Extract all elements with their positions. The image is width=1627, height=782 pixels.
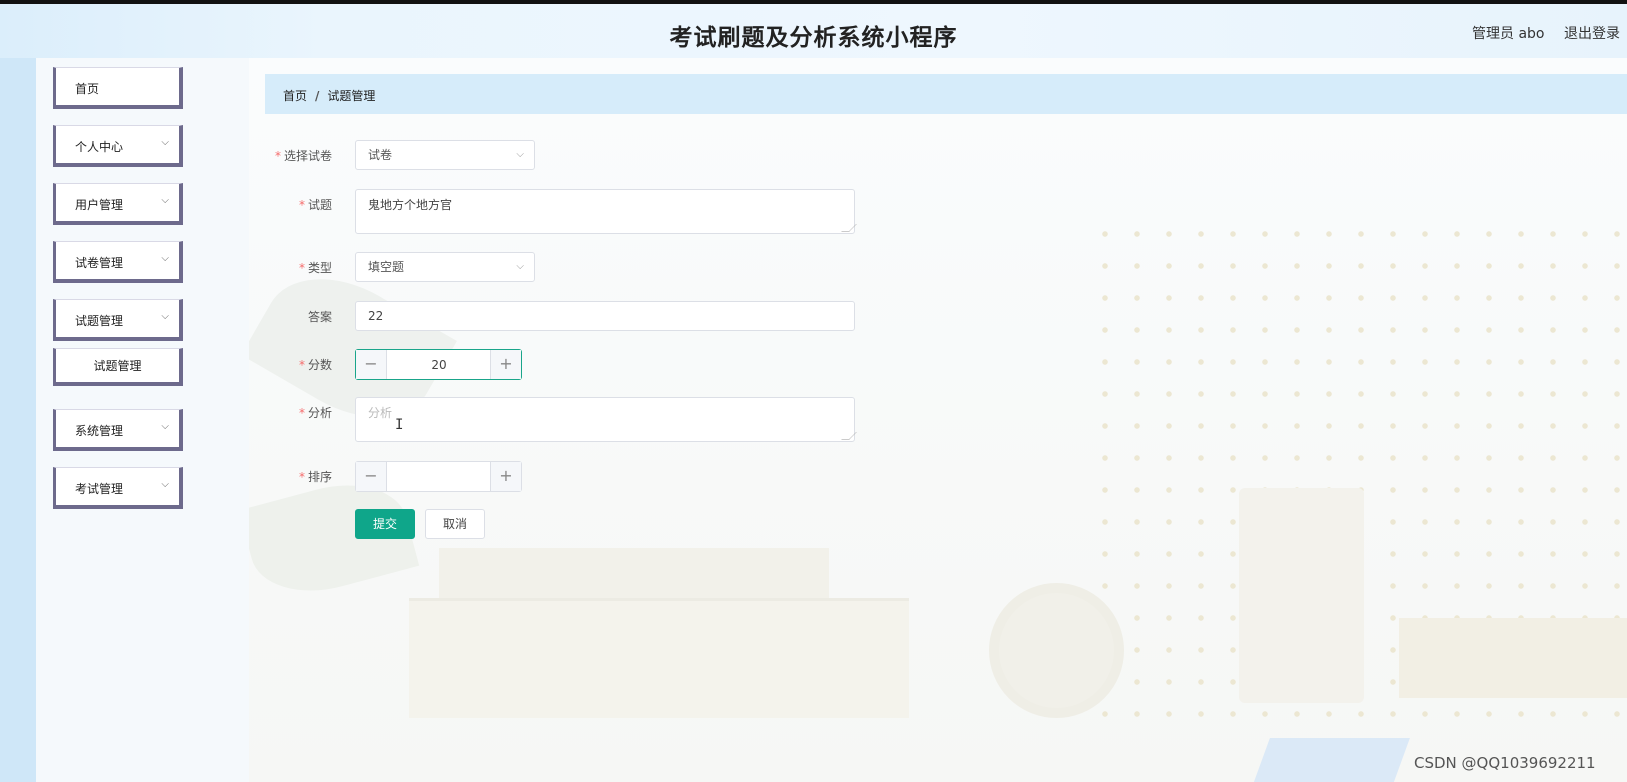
- plus-icon[interactable]: +: [490, 462, 521, 491]
- app-header: 考试刷题及分析系统小程序 管理员 abo 退出登录: [0, 4, 1627, 58]
- breadcrumb-separator: /: [315, 89, 320, 103]
- paper-select[interactable]: 试卷 ⌵: [355, 140, 535, 170]
- sort-label: * 排序: [298, 470, 332, 484]
- left-rail: [0, 58, 36, 782]
- chevron-down-icon: ⌵: [161, 421, 169, 432]
- breadcrumb-home[interactable]: 首页: [283, 89, 307, 103]
- paper-label: * 选择试卷: [274, 149, 332, 163]
- required-mark: *: [298, 358, 305, 372]
- sidebar-item-label: 首页: [75, 82, 100, 96]
- chevron-down-icon: ⌵: [161, 479, 169, 490]
- breadcrumb-current: 试题管理: [327, 89, 376, 103]
- cancel-button[interactable]: 取消: [425, 509, 485, 539]
- answer-label: 答案: [307, 310, 332, 324]
- sidebar: 首页 个人中心 ⌵ 用户管理 ⌵ 试卷管理 ⌵ 试题管理 ⌵ 试题管理 系统管理…: [36, 58, 249, 782]
- csdn-watermark: CSDN @QQ1039692211: [1414, 754, 1596, 772]
- logout-link[interactable]: 退出登录: [1564, 23, 1620, 43]
- chevron-down-icon: ⌵: [161, 311, 169, 322]
- sidebar-item-paper-management[interactable]: 试卷管理 ⌵: [53, 241, 183, 283]
- score-label: * 分数: [298, 358, 332, 372]
- background-blue-decoration: [1248, 738, 1410, 782]
- required-mark: *: [274, 149, 281, 163]
- score-stepper[interactable]: − +: [355, 349, 522, 380]
- sidebar-item-label: 考试管理: [75, 482, 124, 496]
- sidebar-subitem-question-management[interactable]: 试题管理: [53, 348, 183, 386]
- plus-icon[interactable]: +: [490, 350, 521, 379]
- question-label: * 试题: [298, 198, 332, 212]
- text-cursor-icon: I: [395, 417, 404, 433]
- sidebar-item-personal-center[interactable]: 个人中心 ⌵: [53, 125, 183, 167]
- breadcrumb: 首页 / 试题管理: [283, 87, 375, 104]
- breadcrumb-bar: 首页 / 试题管理: [265, 74, 1627, 114]
- chevron-down-icon: ⌵: [516, 149, 524, 160]
- chevron-down-icon: ⌵: [516, 261, 524, 272]
- main-content: 首页/试题管理 *选择试卷 试卷 ⌵ *试题 *类型 填空题 ⌵ 答案 *分数 …: [249, 58, 1627, 782]
- sidebar-item-label: 试卷管理: [75, 256, 124, 270]
- background-block-decoration: [1399, 618, 1627, 698]
- sidebar-item-label: 用户管理: [75, 198, 124, 212]
- sidebar-item-user-management[interactable]: 用户管理 ⌵: [53, 183, 183, 225]
- chevron-down-icon: ⌵: [161, 195, 169, 206]
- required-mark: *: [298, 470, 305, 484]
- type-select[interactable]: 填空题 ⌵: [355, 252, 535, 282]
- background-box-decoration: [409, 598, 909, 718]
- required-mark: *: [298, 406, 305, 420]
- sort-input[interactable]: [388, 462, 490, 491]
- score-input[interactable]: [388, 350, 490, 379]
- chevron-down-icon: ⌵: [161, 253, 169, 264]
- background-cylinder-decoration: [1239, 488, 1364, 703]
- submit-button[interactable]: 提交: [355, 509, 415, 539]
- type-select-value: 填空题: [368, 260, 405, 274]
- minus-icon[interactable]: −: [356, 350, 387, 379]
- minus-icon[interactable]: −: [356, 462, 387, 491]
- chevron-down-icon: ⌵: [161, 137, 169, 148]
- sidebar-item-system-management[interactable]: 系统管理 ⌵: [53, 409, 183, 451]
- sort-stepper[interactable]: − +: [355, 461, 522, 492]
- sidebar-item-label: 系统管理: [75, 424, 124, 438]
- app-title: 考试刷题及分析系统小程序: [669, 25, 958, 51]
- sidebar-item-label: 个人中心: [75, 140, 124, 154]
- analysis-label: * 分析: [298, 406, 332, 420]
- question-textarea[interactable]: [355, 189, 855, 234]
- required-mark: *: [298, 261, 305, 275]
- type-label: * 类型: [298, 261, 332, 275]
- required-mark: *: [298, 198, 305, 212]
- background-tape-decoration: [989, 583, 1124, 718]
- answer-input[interactable]: [355, 301, 855, 331]
- sidebar-item-exam-management[interactable]: 考试管理 ⌵: [53, 467, 183, 509]
- paper-select-value: 试卷: [368, 148, 393, 162]
- sidebar-item-label: 试题管理: [75, 314, 124, 328]
- sidebar-item-question-management[interactable]: 试题管理 ⌵: [53, 299, 183, 341]
- analysis-textarea[interactable]: [355, 397, 855, 442]
- sidebar-item-home[interactable]: 首页: [53, 67, 183, 109]
- current-user: 管理员 abo: [1472, 26, 1545, 42]
